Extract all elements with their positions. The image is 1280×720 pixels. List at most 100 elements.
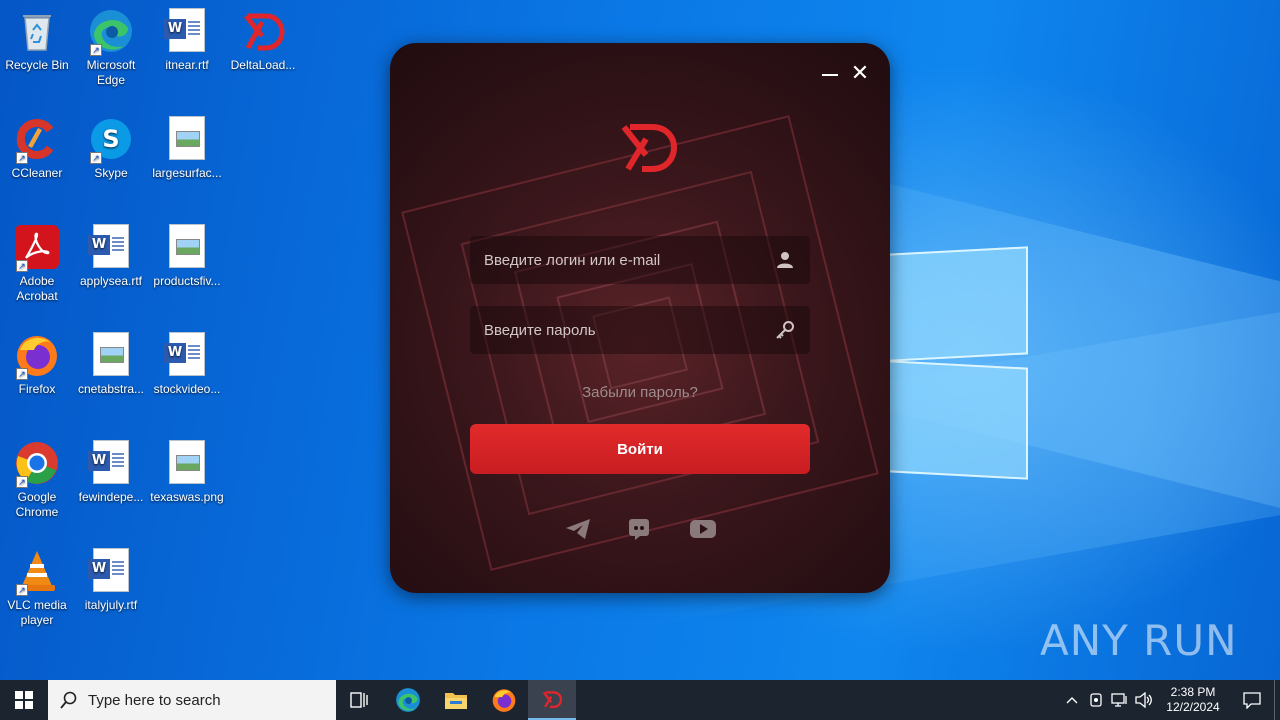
- skype-icon: S ↗: [88, 116, 134, 164]
- login-button[interactable]: Войти: [470, 424, 810, 474]
- tray-volume-button[interactable]: [1132, 680, 1156, 720]
- desktop-icon-cnetabstra[interactable]: cnetabstra...: [74, 332, 148, 397]
- desktop-icon-label: applysea.rtf: [79, 274, 143, 288]
- tray-network-button[interactable]: [1108, 680, 1132, 720]
- shortcut-arrow-icon: ↗: [90, 152, 102, 164]
- show-hidden-icons-button[interactable]: [1060, 680, 1084, 720]
- taskbar-firefox-button[interactable]: [480, 680, 528, 720]
- word-document-icon: W: [164, 332, 210, 378]
- edge-icon: [396, 688, 420, 712]
- recycle-bin-icon: [14, 8, 60, 54]
- chrome-icon: ↗: [14, 440, 60, 488]
- windows-logo-pane: [888, 360, 1028, 480]
- task-view-icon: [350, 692, 368, 708]
- volume-icon: [1135, 692, 1152, 708]
- deltaloader-icon: [542, 691, 563, 709]
- desktop-icon-label: stockvideo...: [153, 382, 221, 396]
- image-file-icon: [164, 440, 210, 486]
- desktop-icon-productsfiv[interactable]: productsfiv...: [150, 224, 224, 289]
- desktop-icon-label: Firefox: [18, 382, 56, 396]
- desktop-icon-recycle-bin[interactable]: Recycle Bin: [0, 8, 74, 73]
- telegram-icon[interactable]: [564, 517, 592, 541]
- desktop-icon-italyjuly[interactable]: W italyjuly.rtf: [74, 548, 148, 613]
- login-window: ✕ Забыли пароль? Войти: [390, 43, 890, 593]
- windows-logo-wallpaper: [888, 240, 1030, 480]
- login-field[interactable]: [470, 236, 810, 284]
- desktop-icon-label: VLC media player: [7, 598, 67, 627]
- desktop-icon-microsoft-edge[interactable]: ↗ Microsoft Edge: [74, 8, 148, 88]
- desktop-icon-label: Google Chrome: [15, 490, 59, 519]
- task-view-button[interactable]: [336, 680, 384, 720]
- vlc-icon: ↗: [14, 548, 60, 596]
- notification-icon: [1243, 692, 1261, 709]
- password-input[interactable]: [484, 321, 774, 339]
- shortcut-arrow-icon: ↗: [16, 476, 28, 488]
- deltaloader-icon: [240, 8, 286, 54]
- windows-start-icon: [15, 691, 33, 709]
- tray-device-button[interactable]: [1084, 680, 1108, 720]
- desktop-icon-stockvideo[interactable]: W stockvideo...: [150, 332, 224, 397]
- notification-center-button[interactable]: [1230, 680, 1274, 720]
- youtube-icon[interactable]: [689, 517, 717, 541]
- system-tray: 2:38 PM 12/2/2024: [1060, 680, 1280, 720]
- desktop-icon-skype[interactable]: S ↗ Skype: [74, 116, 148, 181]
- desktop-icon-itnear[interactable]: W itnear.rtf: [150, 8, 224, 73]
- password-field[interactable]: [470, 306, 810, 354]
- discord-icon[interactable]: [625, 517, 653, 541]
- desktop-icon-largesurfac[interactable]: largesurfac...: [150, 116, 224, 181]
- clock-date: 12/2/2024: [1166, 700, 1220, 714]
- image-file-icon: [164, 116, 210, 162]
- desktop-icon-label: Recycle Bin: [5, 58, 69, 72]
- login-input[interactable]: [484, 251, 774, 269]
- anyrun-watermark: ANY RUN: [1040, 608, 1238, 672]
- desktop-icon-label: largesurfac...: [152, 166, 222, 180]
- desktop-icon-applysea[interactable]: W applysea.rtf: [74, 224, 148, 289]
- taskbar: 2:38 PM 12/2/2024: [0, 680, 1280, 720]
- desktop-icon-firefox[interactable]: ↗ Firefox: [0, 332, 74, 397]
- word-document-icon: W: [88, 440, 134, 486]
- clock-time: 2:38 PM: [1170, 685, 1216, 699]
- desktop-icon-texaswas[interactable]: texaswas.png: [150, 440, 224, 505]
- show-desktop-button[interactable]: [1274, 680, 1280, 720]
- svg-text:S: S: [102, 125, 119, 153]
- shortcut-arrow-icon: ↗: [16, 152, 28, 164]
- desktop-icon-label: Microsoft Edge: [86, 58, 136, 87]
- firefox-icon: ↗: [14, 332, 60, 380]
- desktop-icon-label: italyjuly.rtf: [84, 598, 138, 612]
- image-file-icon: [164, 224, 210, 270]
- taskbar-clock[interactable]: 2:38 PM 12/2/2024: [1156, 685, 1230, 715]
- network-icon: [1111, 693, 1127, 707]
- desktop-icon-google-chrome[interactable]: ↗ Google Chrome: [0, 440, 74, 520]
- desktop-icon-label: fewindepe...: [78, 490, 144, 504]
- desktop-icon-label: cnetabstra...: [77, 382, 145, 396]
- start-button[interactable]: [0, 680, 48, 720]
- forgot-password-link[interactable]: Забыли пароль?: [390, 384, 890, 401]
- taskbar-edge-button[interactable]: [384, 680, 432, 720]
- ccleaner-icon: ↗: [14, 116, 60, 164]
- taskbar-deltaloader-button[interactable]: [528, 680, 576, 720]
- edge-icon: ↗: [88, 8, 134, 56]
- minimize-button[interactable]: [820, 65, 840, 85]
- desktop-icon-ccleaner[interactable]: ↗ CCleaner: [0, 116, 74, 181]
- desktop-icon-label: Skype: [94, 166, 128, 180]
- desktop-icon-label: CCleaner: [11, 166, 63, 180]
- close-button[interactable]: ✕: [850, 63, 870, 85]
- shortcut-arrow-icon: ↗: [16, 260, 28, 272]
- image-file-icon: [88, 332, 134, 378]
- desktop-icon-label: itnear.rtf: [165, 58, 209, 72]
- taskbar-search-input[interactable]: [88, 691, 308, 709]
- taskbar-search-box[interactable]: [48, 680, 336, 720]
- key-icon: [774, 319, 796, 341]
- desktop-icon-label: Adobe Acrobat: [16, 274, 58, 303]
- device-icon: [1090, 693, 1102, 707]
- firefox-icon: [492, 689, 516, 712]
- desktop-icon-deltaloader[interactable]: DeltaLoad...: [226, 8, 300, 73]
- user-icon: [774, 249, 796, 271]
- windows-logo-pane: [888, 246, 1028, 362]
- desktop-icon-vlc[interactable]: ↗ VLC media player: [0, 548, 74, 628]
- adobe-acrobat-icon: ↗: [14, 224, 60, 272]
- taskbar-file-explorer-button[interactable]: [432, 680, 480, 720]
- desktop-icon-fewindepe[interactable]: W fewindepe...: [74, 440, 148, 505]
- desktop-icon-adobe-acrobat[interactable]: ↗ Adobe Acrobat: [0, 224, 74, 304]
- word-document-icon: W: [164, 8, 210, 54]
